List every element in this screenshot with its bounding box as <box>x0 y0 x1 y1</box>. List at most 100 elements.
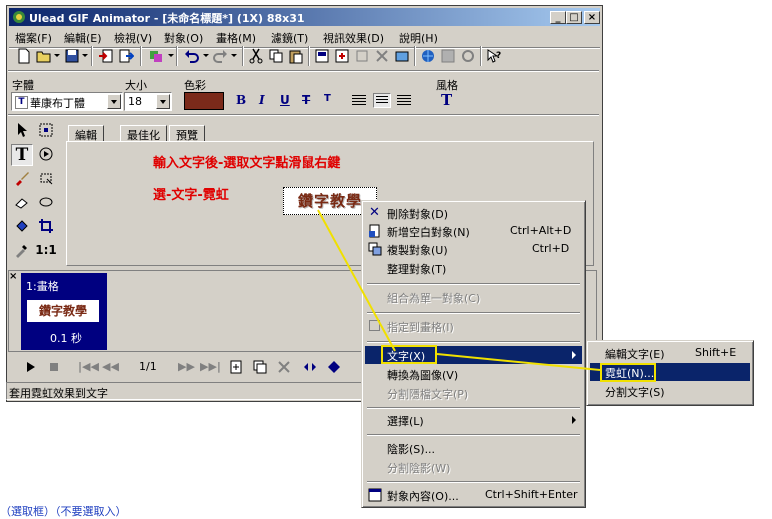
menu-edit[interactable]: 編輯(E) <box>64 30 102 46</box>
redo-icon[interactable] <box>210 46 230 66</box>
close-button[interactable]: × <box>584 11 600 24</box>
submenu-arrow-icon <box>572 351 576 359</box>
menu-item-combine-object[interactable]: 組合為單一對象(C) <box>365 288 582 306</box>
vertical-text-button[interactable]: T <box>324 93 331 104</box>
frame-delay: 0.1 秒 <box>50 332 82 345</box>
add-frame-icon[interactable] <box>312 46 332 66</box>
strikethrough-button[interactable]: T <box>302 93 310 107</box>
frame-label: 1:畫格 <box>26 280 59 293</box>
prev-frame-icon[interactable]: ◀◀ <box>102 360 119 373</box>
play-icon[interactable] <box>27 362 35 372</box>
undo-icon[interactable] <box>182 46 202 66</box>
align-left-icon[interactable] <box>352 95 366 106</box>
save-icon[interactable] <box>62 46 82 66</box>
italic-button[interactable]: I <box>259 93 265 107</box>
paste-icon[interactable] <box>286 46 306 66</box>
submenu-item-edit-text[interactable]: 編輯文字(E) Shift+E <box>590 344 750 362</box>
object-icon[interactable] <box>146 46 166 66</box>
text-style-icon[interactable]: T <box>441 91 452 109</box>
menu-item-arrange-object[interactable]: 整理對象(T) <box>365 259 582 277</box>
ellipse-select-icon[interactable] <box>36 192 56 212</box>
menu-file[interactable]: 檔案(F) <box>15 30 52 46</box>
object-dropdown-icon[interactable] <box>168 54 174 57</box>
close-panel-icon[interactable]: × <box>9 271 17 282</box>
web-icon[interactable] <box>418 46 438 66</box>
fill-bucket-icon[interactable] <box>12 216 32 236</box>
actual-size-icon[interactable]: 1:1 <box>35 240 57 260</box>
tween-frames-icon[interactable] <box>300 357 320 377</box>
frame-options-icon[interactable] <box>324 357 344 377</box>
last-frame-icon[interactable]: ▶▶| <box>200 360 221 373</box>
next-frame-icon[interactable]: ▶▶ <box>178 360 195 373</box>
redo-dropdown-icon[interactable] <box>231 54 237 57</box>
underline-button[interactable]: U <box>280 93 290 107</box>
duplicate-frame-icon[interactable] <box>250 357 270 377</box>
color-label: 色彩 <box>184 79 206 92</box>
menu-item-new-blank-object[interactable]: 新增空白對象(N) Ctrl+Alt+D <box>365 222 582 240</box>
minimize-button[interactable]: _ <box>550 11 566 24</box>
import-icon[interactable] <box>96 46 116 66</box>
menu-item-split-text[interactable]: 分割隱檔文字(P) <box>365 384 582 402</box>
eraser-icon[interactable] <box>12 192 32 212</box>
eyedropper-icon[interactable] <box>12 240 32 260</box>
chevron-down-icon[interactable] <box>107 94 121 109</box>
open-icon[interactable] <box>34 46 54 66</box>
export-icon[interactable] <box>116 46 136 66</box>
delete-frame-icon[interactable] <box>274 357 294 377</box>
submenu-item-split-text[interactable]: 分割文字(S) <box>590 382 750 400</box>
frame-props-icon[interactable] <box>332 46 352 66</box>
tab-optimize[interactable]: 最佳化 <box>120 125 167 142</box>
first-frame-icon[interactable]: |◀◀ <box>78 360 99 373</box>
lasso-icon[interactable] <box>36 168 56 188</box>
new-object-icon <box>369 224 380 238</box>
menu-frame[interactable]: 畫格(M) <box>216 30 256 46</box>
brush-icon[interactable] <box>12 168 32 188</box>
pointer-icon[interactable] <box>12 120 32 140</box>
frame-counter: 1/1 <box>139 360 157 373</box>
menu-video-effect[interactable]: 視訊效果(D) <box>323 30 384 46</box>
font-select[interactable]: T 華康布丁體 <box>11 92 123 111</box>
tab-edit[interactable]: 編輯 <box>68 125 104 142</box>
menu-help[interactable]: 說明(H) <box>399 30 438 46</box>
toolbar-separator <box>91 46 93 66</box>
undo-dropdown-icon[interactable] <box>203 54 209 57</box>
optimize-icon[interactable] <box>392 46 412 66</box>
help-icon[interactable]: ? <box>484 46 504 66</box>
menu-filter[interactable]: 濾鏡(T) <box>271 30 308 46</box>
menu-item-split-shadow[interactable]: 分割陰影(W) <box>365 458 582 476</box>
menu-item-convert-to-image[interactable]: 轉換為圖像(V) <box>365 365 582 383</box>
menu-view[interactable]: 檢視(V) <box>114 30 152 46</box>
toolbar-separator <box>242 46 244 66</box>
new-icon[interactable] <box>14 46 34 66</box>
cut-icon[interactable] <box>246 46 266 66</box>
bold-button[interactable]: B <box>236 93 246 107</box>
chevron-down-icon[interactable] <box>156 94 170 109</box>
refresh-icon[interactable] <box>458 46 478 66</box>
menu-item-duplicate-object[interactable]: 複製對象(U) Ctrl+D <box>365 240 582 258</box>
crop-icon[interactable] <box>36 216 56 236</box>
stop-icon[interactable] <box>50 363 58 371</box>
text-color-swatch[interactable] <box>184 92 224 110</box>
align-center-button[interactable] <box>373 93 391 108</box>
save-dropdown-icon[interactable] <box>82 54 88 57</box>
add-frame-icon[interactable] <box>226 357 246 377</box>
menu-item-shadow[interactable]: 陰影(S)... <box>365 439 582 457</box>
transform-icon[interactable] <box>36 144 56 164</box>
text-tool-icon[interactable]: T <box>11 144 33 166</box>
menu-object[interactable]: 對象(O) <box>164 30 203 46</box>
frame-thumbnail[interactable]: 1:畫格 鑽字教學 0.1 秒 <box>21 273 107 350</box>
menu-item-assign-to-frame[interactable]: 指定到畫格(I) <box>365 317 582 335</box>
tween-icon[interactable] <box>372 46 392 66</box>
marquee-icon[interactable] <box>36 120 56 140</box>
open-dropdown-icon[interactable] <box>54 54 60 57</box>
tab-preview[interactable]: 預覽 <box>169 125 205 142</box>
delete-frame-icon[interactable] <box>352 46 372 66</box>
maximize-button[interactable]: □ <box>566 11 582 24</box>
menu-item-object-properties[interactable]: 對象內容(O)... Ctrl+Shift+Enter <box>365 486 582 504</box>
menu-item-select[interactable]: 選擇(L) <box>365 411 582 429</box>
copy-icon[interactable] <box>266 46 286 66</box>
menu-item-delete-object[interactable]: ✕ 刪除對象(D) <box>365 204 582 222</box>
align-right-icon[interactable] <box>397 95 411 106</box>
size-select[interactable]: 18 <box>124 92 172 111</box>
preview-icon[interactable] <box>438 46 458 66</box>
